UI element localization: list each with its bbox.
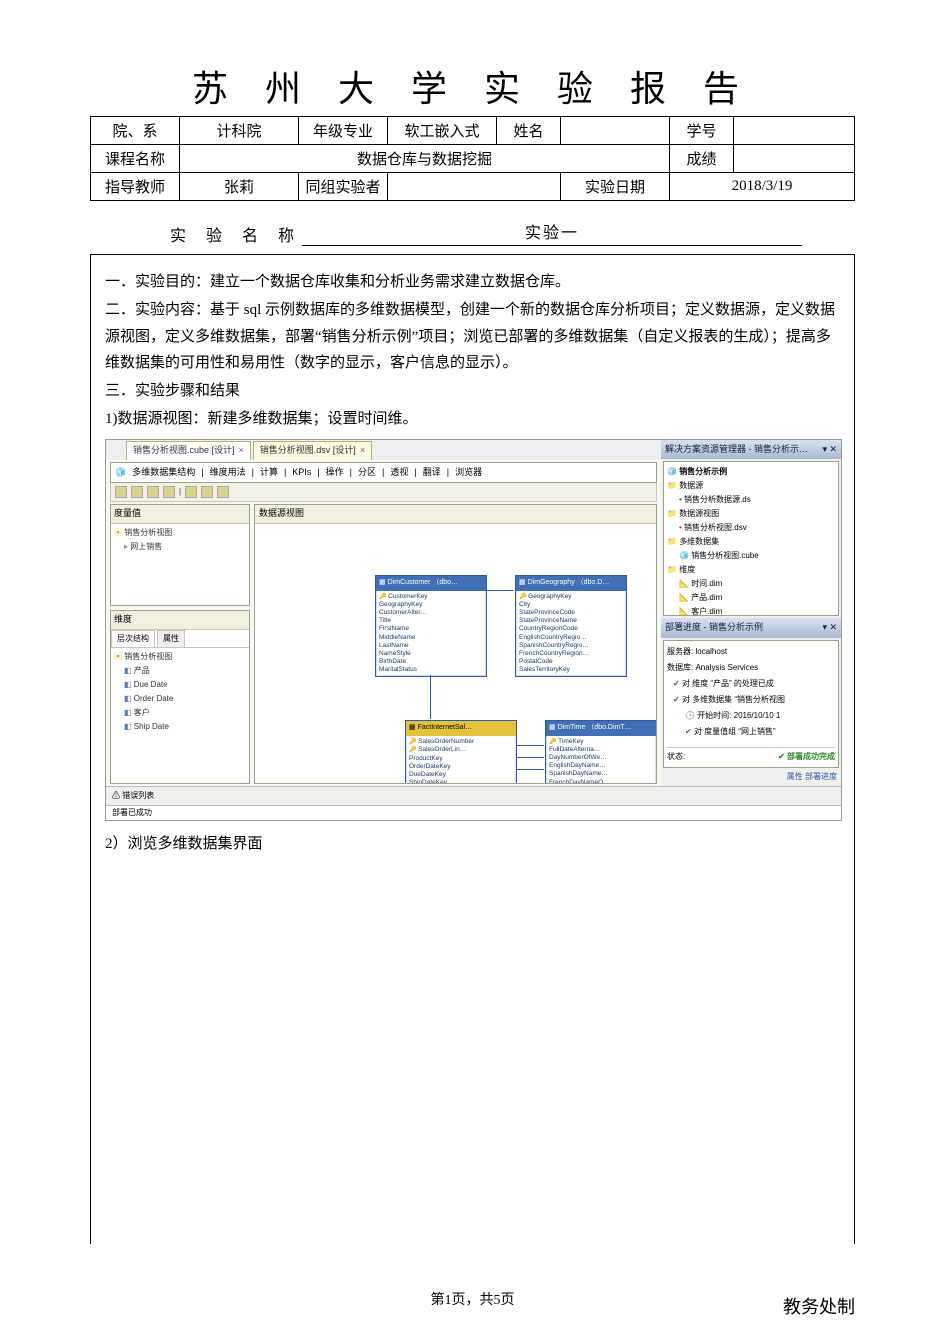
tab-cube[interactable]: 销售分析视图.cube [设计]×: [126, 441, 251, 460]
tree-item[interactable]: Due Date: [124, 678, 246, 692]
value-grade: 软工嵌入式: [388, 117, 497, 145]
tree-item[interactable]: 客户: [124, 706, 246, 720]
value-teacher: 张莉: [180, 173, 299, 201]
entity-header[interactable]: ▦FactInternetSal…: [406, 721, 516, 735]
para-step1: 1)数据源视图：新建多维数据集；设置时间维。: [105, 406, 840, 432]
value-date: 2018/3/19: [670, 173, 855, 201]
solution-explorer[interactable]: 🧊 销售分析示例 数据源 销售分析数据源.ds 数据源视图 销售分析视图.dsv…: [663, 461, 839, 616]
tree-item[interactable]: 产品: [124, 664, 246, 678]
label-dept: 院、系: [91, 117, 180, 145]
report-title: 苏 州 大 学 实 验 报 告: [90, 60, 855, 112]
tree-item[interactable]: 销售分析视图: [114, 526, 246, 540]
ide-screenshot: 销售分析视图.cube [设计]× 销售分析视图.dsv [设计]× 🧊 多维数…: [105, 439, 842, 821]
label-partner: 同组实验者: [299, 173, 388, 201]
panel-footer-links[interactable]: 属性 部署进度: [661, 770, 841, 786]
struct-item[interactable]: 多维数据集结构: [132, 465, 195, 481]
label-id: 学号: [670, 117, 734, 145]
measures-header: 度量值: [111, 505, 249, 524]
toolbar-icon[interactable]: [163, 486, 175, 498]
label-name: 姓名: [497, 117, 561, 145]
toolbar-icon[interactable]: [185, 486, 197, 498]
dsv-canvas[interactable]: 数据源视图 ▦DimCustomer （dbo… CustomerKey Geo…: [254, 504, 657, 783]
bottom-tabbar: ⚠ 错误列表: [106, 786, 841, 805]
value-score: [734, 145, 855, 173]
toolbar-icon[interactable]: [147, 486, 159, 498]
entity-fields: TimeKey FullDateAlterna… DayNumberOfWe… …: [546, 736, 656, 784]
dimensions-header: 维度: [111, 611, 249, 630]
label-grade: 年级专业: [299, 117, 388, 145]
error-list-tab[interactable]: ⚠ 错误列表: [112, 789, 154, 803]
exp-name-value: 实验一: [302, 219, 802, 246]
deploy-progress-header: 部署进度 - 销售分析示例▾ ✕: [661, 618, 841, 638]
canvas-header: 数据源视图: [255, 505, 656, 524]
entity-header[interactable]: ▦DimTime （dbo.DimT…: [546, 721, 656, 735]
exp-name-label: 实 验 名 称: [170, 222, 302, 246]
mini-tab[interactable]: 层次结构: [111, 630, 155, 647]
editor-tabbar: 销售分析视图.cube [设计]× 销售分析视图.dsv [设计]×: [106, 440, 661, 460]
tree-item[interactable]: Ship Date: [124, 720, 246, 734]
entity-fields: CustomerKey GeographyKey CustomerAlter… …: [376, 591, 486, 677]
struct-item[interactable]: 操作: [326, 465, 344, 481]
label-date: 实验日期: [561, 173, 670, 201]
struct-item[interactable]: 计算: [260, 465, 278, 481]
toolbar-icon[interactable]: [217, 486, 229, 498]
value-dept: 计科院: [180, 117, 299, 145]
tab-dsv[interactable]: 销售分析视图.dsv [设计]×: [253, 441, 372, 460]
deploy-progress-panel: 服务器: localhost 数据库: Analysis Services 对 …: [663, 640, 839, 768]
footer-issuer: 教务处制: [783, 1293, 855, 1319]
label-teacher: 指导教师: [91, 173, 180, 201]
para-content: 二．实验内容：基于 sql 示例数据库的多维数据模型，创建一个新的数据仓库分析项…: [105, 297, 840, 376]
toolbar-icon[interactable]: [131, 486, 143, 498]
mini-toolbar: |: [110, 483, 657, 502]
value-id: [734, 117, 855, 145]
para-step2: 2）浏览多维数据集界面: [105, 831, 840, 857]
toolbar-icon[interactable]: [115, 486, 127, 498]
para-objective: 一．实验目的：建立一个数据仓库收集和分析业务需求建立数据仓库。: [105, 269, 840, 295]
entity-fields: GeographyKey City StateProvinceCode Stat…: [516, 591, 626, 677]
content-box: 一．实验目的：建立一个数据仓库收集和分析业务需求建立数据仓库。 二．实验内容：基…: [90, 254, 855, 1244]
tree-item[interactable]: 网上销售: [124, 540, 246, 554]
struct-item[interactable]: 维度用法: [210, 465, 246, 481]
statusbar: 部署已成功: [106, 805, 841, 820]
cube-icon: 🧊: [115, 465, 126, 481]
label-score: 成绩: [670, 145, 734, 173]
entity-fields: SalesOrderNumber SalesOrderLin… ProductK…: [406, 736, 516, 784]
info-table: 院、系 计科院 年级专业 软工嵌入式 姓名 学号 课程名称 数据仓库与数据挖掘 …: [90, 116, 855, 201]
structure-toolbar: 🧊 多维数据集结构 | 维度用法 | 计算 | KPIs | 操作 | 分区 |…: [110, 462, 657, 484]
value-name: [561, 117, 670, 145]
solution-explorer-header: 解决方案资源管理器 - 销售分析示…▾ ✕: [661, 440, 841, 460]
toolbar-icon[interactable]: [201, 486, 213, 498]
tree-item[interactable]: Order Date: [124, 692, 246, 706]
tree-item[interactable]: 销售分析视图: [114, 650, 246, 664]
struct-item[interactable]: 透视: [390, 465, 408, 481]
struct-item[interactable]: 分区: [358, 465, 376, 481]
para-steps-h: 三．实验步骤和结果: [105, 378, 840, 404]
struct-item[interactable]: KPIs: [292, 465, 311, 481]
value-course: 数据仓库与数据挖掘: [180, 145, 670, 173]
label-course: 课程名称: [91, 145, 180, 173]
entity-header[interactable]: ▦DimGeography （dbo.D…: [516, 576, 626, 590]
struct-item[interactable]: 浏览器: [455, 465, 482, 481]
value-partner: [388, 173, 561, 201]
struct-item[interactable]: 翻译: [423, 465, 441, 481]
entity-header[interactable]: ▦DimCustomer （dbo…: [376, 576, 486, 590]
mini-tab[interactable]: 属性: [157, 630, 185, 647]
